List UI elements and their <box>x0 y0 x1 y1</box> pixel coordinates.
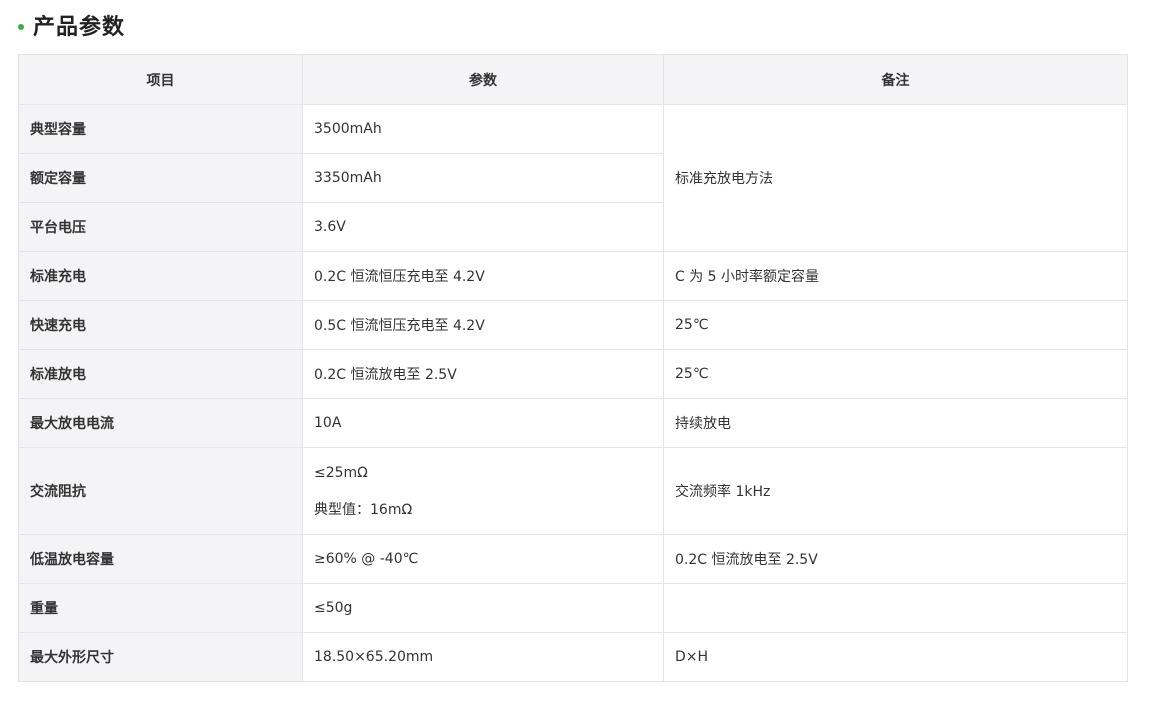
row-note: 25℃ <box>663 300 1128 350</box>
table-row: 低温放电容量 ≥60% @ -40℃ 0.2C 恒流放电至 2.5V <box>18 534 1128 584</box>
table-row: 最大放电电流 10A 持续放电 <box>18 398 1128 448</box>
column-header-note: 备注 <box>663 54 1128 105</box>
row-item: 平台电压 <box>18 202 303 252</box>
row-item: 最大外形尺寸 <box>18 632 303 682</box>
row-param: 3350mAh <box>302 153 664 203</box>
table-row: 典型容量 3500mAh 标准充放电方法 <box>18 104 1128 252</box>
row-note: 交流频率 1kHz <box>663 447 1128 535</box>
row-param: 18.50×65.20mm <box>302 632 664 682</box>
row-item: 标准充电 <box>18 251 303 301</box>
row-item: 快速充电 <box>18 300 303 350</box>
row-item: 典型容量 <box>18 104 303 154</box>
row-param: 3500mAh <box>302 104 664 154</box>
row-item: 交流阻抗 <box>18 447 303 535</box>
section-title: 产品参数 <box>33 15 126 40</box>
row-param: ≥60% @ -40℃ <box>302 534 664 584</box>
param-line: ≤25mΩ <box>314 464 368 481</box>
section-header: 产品参数 <box>18 10 125 40</box>
row-note-merged: 标准充放电方法 <box>663 104 1128 252</box>
param-line: 典型值：16mΩ <box>314 501 413 518</box>
row-param: 0.2C 恒流恒压充电至 4.2V <box>302 251 664 301</box>
row-param: 0.2C 恒流放电至 2.5V <box>302 349 664 399</box>
row-item: 标准放电 <box>18 349 303 399</box>
row-item: 最大放电电流 <box>18 398 303 448</box>
row-note: C 为 5 小时率额定容量 <box>663 251 1128 301</box>
table-row: 标准充电 0.2C 恒流恒压充电至 4.2V C 为 5 小时率额定容量 <box>18 251 1128 301</box>
row-note: D×H <box>663 632 1128 682</box>
row-param: 10A <box>302 398 664 448</box>
table-row: 最大外形尺寸 18.50×65.20mm D×H <box>18 632 1128 682</box>
row-item: 额定容量 <box>18 153 303 203</box>
row-item: 重量 <box>18 583 303 633</box>
product-params-table: 项目 参数 备注 典型容量 3500mAh 标准充放电方法 额定容量 3350m… <box>18 54 1128 682</box>
table-row: 交流阻抗 ≤25mΩ 典型值：16mΩ 交流频率 1kHz <box>18 447 1128 535</box>
row-item: 低温放电容量 <box>18 534 303 584</box>
row-note <box>663 583 1128 633</box>
column-header-item: 项目 <box>18 54 303 105</box>
table-row: 重量 ≤50g <box>18 583 1128 633</box>
row-note: 0.2C 恒流放电至 2.5V <box>663 534 1128 584</box>
table-row: 标准放电 0.2C 恒流放电至 2.5V 25℃ <box>18 349 1128 399</box>
row-param-multiline: ≤25mΩ 典型值：16mΩ <box>302 447 664 535</box>
table-row: 快速充电 0.5C 恒流恒压充电至 4.2V 25℃ <box>18 300 1128 350</box>
row-param: 3.6V <box>302 202 664 252</box>
row-note: 25℃ <box>663 349 1128 399</box>
bullet-dot-icon <box>18 24 24 30</box>
row-param: ≤50g <box>302 583 664 633</box>
row-param: 0.5C 恒流恒压充电至 4.2V <box>302 300 664 350</box>
column-header-param: 参数 <box>302 54 664 105</box>
row-note: 持续放电 <box>663 398 1128 448</box>
table-header-row: 项目 参数 备注 <box>18 54 1128 105</box>
